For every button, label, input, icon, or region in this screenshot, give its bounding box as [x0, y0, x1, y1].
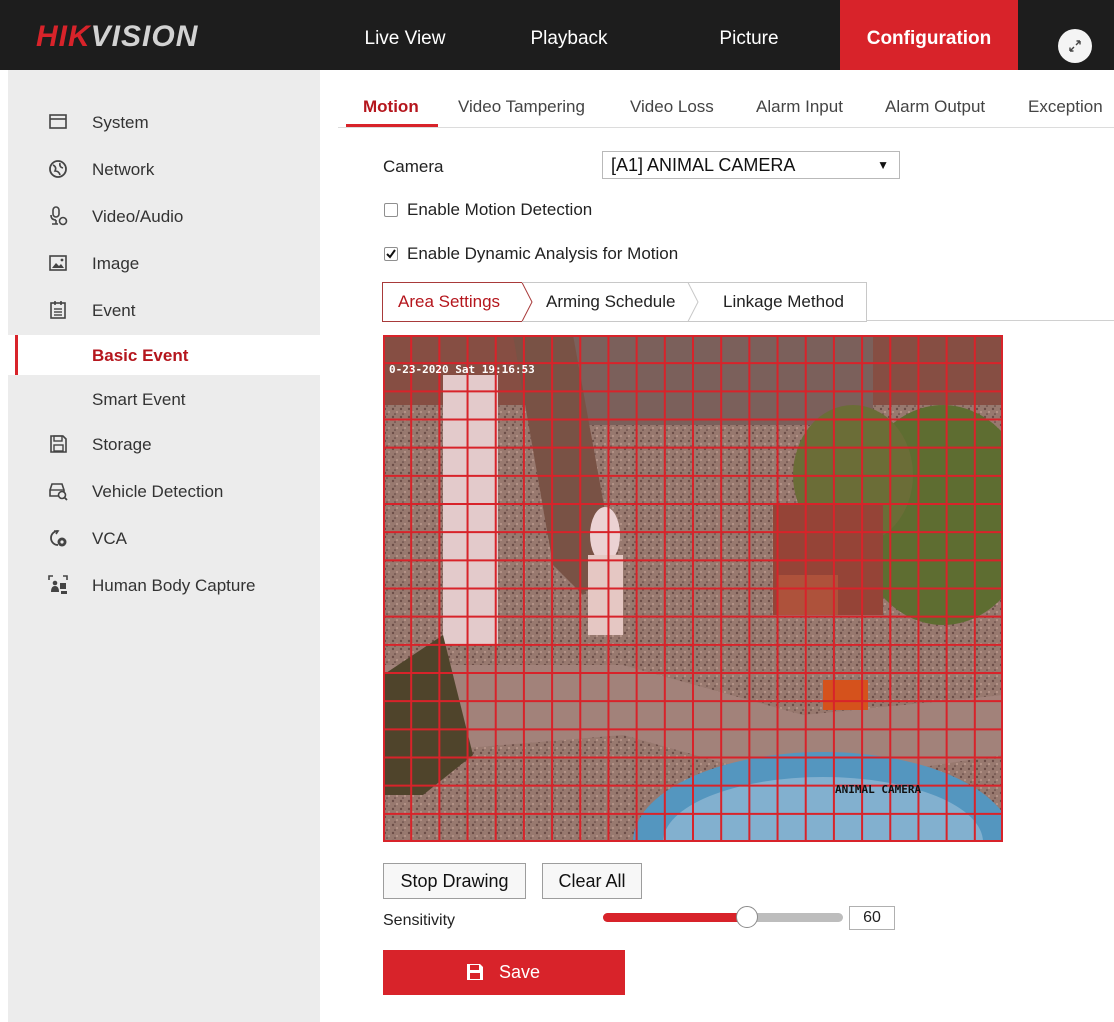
- motion-subtabs: Area Settings Arming Schedule Linkage Me…: [382, 282, 1114, 322]
- tab-exception[interactable]: Exception: [1028, 97, 1103, 117]
- expand-icon: [1069, 40, 1081, 52]
- sensitivity-slider-fill: [603, 913, 747, 922]
- sidebar-item-label: Video/Audio: [92, 207, 184, 226]
- monitor-icon: [49, 114, 67, 129]
- camera-label: Camera: [383, 157, 444, 176]
- sidebar-item-label: Storage: [92, 435, 152, 454]
- sidebar-item-vca[interactable]: VCA: [8, 518, 320, 558]
- sensitivity-slider-handle[interactable]: [736, 906, 758, 928]
- tab-video-tampering[interactable]: Video Tampering: [458, 97, 585, 117]
- sensitivity-slider-track[interactable]: [603, 913, 843, 922]
- sidebar-item-label: Smart Event: [92, 390, 186, 409]
- sidebar-item-smart-event[interactable]: Smart Event: [8, 379, 320, 419]
- hikvision-logo: HIKVISION: [36, 20, 199, 53]
- nav-playback[interactable]: Playback: [494, 0, 644, 70]
- sidebar: System Network Video/Audio Image Event B…: [8, 70, 320, 1022]
- sidebar-item-event[interactable]: Event: [8, 290, 320, 330]
- sidebar-item-label: System: [92, 113, 149, 132]
- microphone-icon: [50, 206, 68, 226]
- sidebar-item-label: Network: [92, 160, 155, 179]
- tab-video-loss[interactable]: Video Loss: [630, 97, 714, 117]
- sidebar-item-basic-event[interactable]: Basic Event: [8, 335, 320, 375]
- camera-select[interactable]: [A1] ANIMAL CAMERA ▼: [602, 151, 900, 179]
- stop-drawing-button[interactable]: Stop Drawing: [383, 863, 526, 899]
- camera-preview-area[interactable]: 0-23-2020 Sat 19:16:53 ANIMAL CAMERA: [383, 335, 1003, 842]
- floppy-save-icon: [467, 964, 483, 980]
- sidebar-item-label: Human Body Capture: [92, 576, 256, 595]
- expand-button[interactable]: [1058, 29, 1092, 63]
- vehicle-search-icon: [49, 483, 68, 501]
- tab-motion[interactable]: Motion: [363, 97, 419, 117]
- sidebar-item-label: Vehicle Detection: [92, 482, 224, 501]
- sidebar-item-network[interactable]: Network: [8, 149, 320, 189]
- subtab-arming-schedule[interactable]: Arming Schedule: [532, 282, 692, 322]
- sidebar-item-storage[interactable]: Storage: [8, 424, 320, 464]
- calendar-icon: [50, 301, 66, 319]
- dropdown-arrow-icon: ▼: [877, 158, 889, 172]
- sidebar-item-label: VCA: [92, 529, 127, 548]
- sidebar-item-vehicle-detection[interactable]: Vehicle Detection: [8, 471, 320, 511]
- checkmark-icon: [386, 249, 396, 259]
- sidebar-item-label: Basic Event: [92, 346, 189, 365]
- active-tab-underline: [346, 124, 438, 127]
- image-icon: [49, 255, 67, 271]
- enable-motion-detection-checkbox[interactable]: [384, 203, 398, 217]
- nav-picture[interactable]: Picture: [674, 0, 824, 70]
- subtab-area-settings[interactable]: Area Settings: [382, 282, 532, 322]
- sensitivity-value-field[interactable]: 60: [849, 906, 895, 930]
- clear-all-button[interactable]: Clear All: [542, 863, 642, 899]
- sidebar-item-human-body-capture[interactable]: Human Body Capture: [8, 565, 320, 605]
- nav-live-view[interactable]: Live View: [330, 0, 480, 70]
- sidebar-item-label: Image: [92, 254, 140, 273]
- enable-dynamic-analysis-checkbox[interactable]: [384, 247, 398, 261]
- osd-timestamp: 0-23-2020 Sat 19:16:53: [389, 363, 535, 376]
- camera-scene: 0-23-2020 Sat 19:16:53 ANIMAL CAMERA: [383, 335, 1003, 842]
- globe-icon: [49, 160, 67, 178]
- sensitivity-label: Sensitivity: [383, 912, 456, 929]
- sidebar-item-video-audio[interactable]: Video/Audio: [8, 196, 320, 236]
- enable-motion-detection-label: Enable Motion Detection: [407, 200, 593, 219]
- tab-alarm-input[interactable]: Alarm Input: [756, 97, 843, 117]
- tab-alarm-output[interactable]: Alarm Output: [885, 97, 985, 117]
- vca-icon: [50, 530, 67, 547]
- tab-divider: [338, 127, 1114, 128]
- save-button[interactable]: Save: [383, 950, 625, 995]
- sidebar-item-image[interactable]: Image: [8, 243, 320, 283]
- human-capture-icon: [48, 575, 68, 594]
- floppy-icon: [50, 435, 67, 453]
- subtab-linkage-method[interactable]: Linkage Method: [698, 282, 866, 322]
- top-navigation-bar: HIKVISION Live View Playback Picture Con…: [0, 0, 1114, 70]
- save-button-label: Save: [499, 962, 541, 982]
- nav-configuration[interactable]: Configuration: [840, 0, 1018, 70]
- sidebar-item-system[interactable]: System: [8, 102, 320, 142]
- subtab-baseline: [866, 320, 1114, 321]
- osd-camera-name: ANIMAL CAMERA: [835, 783, 921, 796]
- sidebar-item-label: Event: [92, 301, 136, 320]
- active-indicator: [15, 335, 18, 375]
- camera-select-value: [A1] ANIMAL CAMERA: [611, 155, 796, 175]
- enable-dynamic-analysis-label: Enable Dynamic Analysis for Motion: [407, 244, 679, 263]
